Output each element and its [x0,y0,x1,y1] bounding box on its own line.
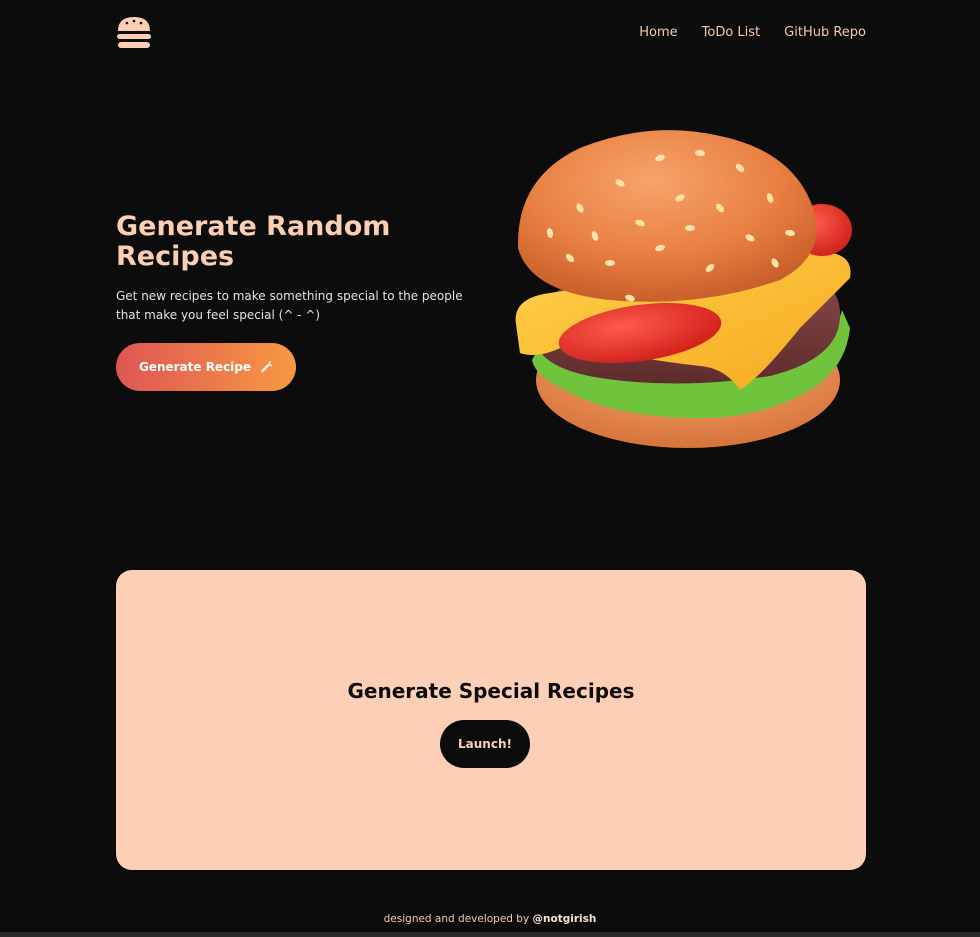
nav-link-home[interactable]: Home [639,24,677,42]
horizontal-scrollbar[interactable] [0,932,980,937]
launch-button[interactable]: Launch! [440,720,530,768]
burger-illustration [510,128,860,458]
footer-author-link[interactable]: @notgirish [533,913,597,925]
hero-subtitle: Get new recipes to make something specia… [116,289,463,322]
special-recipes-card: Generate Special Recipes Launch! [116,570,866,870]
carrot-icon [259,360,273,374]
nav-link-github-repo[interactable]: GitHub Repo [784,24,866,42]
footer: designed and developed by @notgirish [0,912,980,926]
footer-text: designed and developed by [383,913,530,925]
card-title: Generate Special Recipes [347,679,635,703]
burger-logo-icon[interactable] [116,16,152,50]
nav-link-todo-list[interactable]: ToDo List [702,24,761,42]
generate-recipe-button[interactable]: Generate Recipe [116,343,296,391]
top-nav: Home ToDo List GitHub Repo [639,24,866,42]
generate-recipe-label: Generate Recipe [138,360,252,374]
hero-title: Generate Random Recipes [116,211,391,272]
page: Home ToDo List GitHub Repo Generate Rand… [0,0,980,937]
